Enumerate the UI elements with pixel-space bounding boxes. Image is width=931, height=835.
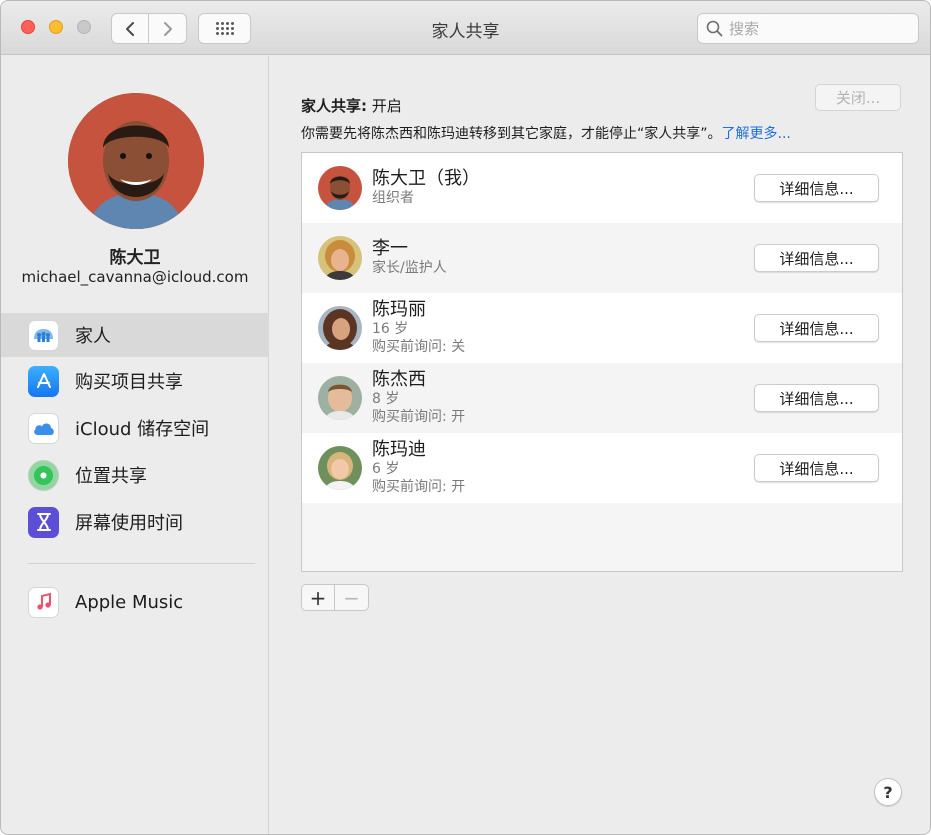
member-name: 陈大卫（我） xyxy=(372,168,480,189)
member-info: 陈杰西 8 岁 购买前询问: 开 xyxy=(372,369,465,426)
member-row[interactable]: 陈玛迪 6 岁 购买前询问: 开 详细信息... xyxy=(302,433,902,503)
family-icon xyxy=(28,319,59,351)
remove-member-button[interactable]: − xyxy=(335,584,369,611)
notice-text: 你需要先将陈杰西和陈玛迪转移到其它家庭，才能停止“家人共享”。了解更多... xyxy=(301,123,791,143)
sidebar-item-purchase-sharing[interactable]: 购买项目共享 xyxy=(1,359,269,403)
account-name: 陈大卫 xyxy=(109,248,161,268)
sidebar-item-label: 位置共享 xyxy=(75,466,147,487)
search-icon xyxy=(706,20,723,37)
ask-to-buy-status: 购买前询问: 关 xyxy=(372,339,466,355)
sharing-status: 家人共享: 开启 xyxy=(301,95,402,116)
search-field[interactable]: 搜索 xyxy=(697,13,919,44)
sidebar-item-label: 购买项目共享 xyxy=(75,372,183,393)
sidebar-item-icloud-storage[interactable]: iCloud 储存空间 xyxy=(1,406,269,450)
status-label: 家人共享: xyxy=(301,97,367,115)
member-role: 组织者 xyxy=(372,190,414,206)
sidebar-item-location-sharing[interactable]: 位置共享 xyxy=(1,453,269,497)
member-name: 陈玛迪 xyxy=(372,439,426,460)
portrait-image xyxy=(68,93,204,229)
member-name: 陈杰西 xyxy=(372,369,426,390)
status-value: 开启 xyxy=(371,97,402,115)
sidebar-item-label: Apple Music xyxy=(75,591,184,613)
notice-message: 你需要先将陈杰西和陈玛迪转移到其它家庭，才能停止“家人共享”。 xyxy=(301,126,722,142)
account-email: michael_cavanna@icloud.com xyxy=(21,268,249,286)
member-avatar xyxy=(318,166,362,210)
title-bar: 家人共享 搜索 xyxy=(1,1,930,55)
music-icon xyxy=(28,586,59,618)
member-age: 16 岁 xyxy=(372,321,409,337)
sidebar: 陈大卫 michael_cavanna@icloud.com 家人 购买项目共享 xyxy=(1,56,269,834)
member-info: 李一 家长/监护人 xyxy=(372,238,447,277)
member-age: 6 岁 xyxy=(372,461,400,477)
details-button[interactable]: 详细信息... xyxy=(754,454,879,482)
details-button[interactable]: 详细信息... xyxy=(754,244,879,272)
icloud-icon xyxy=(28,412,59,444)
member-avatar xyxy=(318,306,362,350)
details-button[interactable]: 详细信息... xyxy=(754,174,879,202)
member-name: 李一 xyxy=(372,238,408,259)
sidebar-divider xyxy=(28,563,255,564)
stop-sharing-button[interactable]: 关闭... xyxy=(815,84,901,111)
member-name: 陈玛丽 xyxy=(372,299,426,320)
sidebar-item-apple-music[interactable]: Apple Music xyxy=(1,580,269,624)
family-pane: 家人共享: 开启 关闭... 你需要先将陈杰西和陈玛迪转移到其它家庭，才能停止“… xyxy=(270,56,930,834)
member-role: 家长/监护人 xyxy=(372,260,447,276)
sidebar-item-family[interactable]: 家人 xyxy=(1,313,269,357)
sidebar-item-label: iCloud 储存空间 xyxy=(75,419,210,440)
sidebar-item-screen-time[interactable]: 屏幕使用时间 xyxy=(1,500,269,544)
add-member-button[interactable]: + xyxy=(301,584,335,611)
ask-to-buy-status: 购买前询问: 开 xyxy=(372,479,466,495)
member-row[interactable]: 陈玛丽 16 岁 购买前询问: 关 详细信息... xyxy=(302,293,902,363)
member-info: 陈大卫（我） 组织者 xyxy=(372,168,480,207)
sidebar-item-label: 家人 xyxy=(75,326,111,347)
member-avatar xyxy=(318,236,362,280)
member-row[interactable]: 陈大卫（我） 组织者 详细信息... xyxy=(302,153,902,223)
member-info: 陈玛迪 6 岁 购买前询问: 开 xyxy=(372,439,465,496)
help-button[interactable]: ? xyxy=(874,778,902,806)
member-row[interactable]: 李一 家长/监护人 详细信息... xyxy=(302,223,902,293)
screen-time-icon xyxy=(28,506,59,538)
member-avatar xyxy=(318,446,362,490)
learn-more-link[interactable]: 了解更多... xyxy=(722,126,791,142)
preferences-window: 家人共享 搜索 陈大卫 michael_cavanna@icloud.com 家… xyxy=(0,0,931,835)
details-button[interactable]: 详细信息... xyxy=(754,384,879,412)
sidebar-item-label: 屏幕使用时间 xyxy=(75,513,183,534)
member-row[interactable]: 陈杰西 8 岁 购买前询问: 开 详细信息... xyxy=(302,363,902,433)
add-remove-control: + − xyxy=(301,584,369,611)
ask-to-buy-status: 购买前询问: 开 xyxy=(372,409,466,425)
member-age: 8 岁 xyxy=(372,391,400,407)
member-list: 陈大卫（我） 组织者 详细信息... 李一 家长/监护人 详细信息... 陈玛丽… xyxy=(301,152,903,572)
details-button[interactable]: 详细信息... xyxy=(754,314,879,342)
find-my-icon xyxy=(28,459,59,491)
app-store-icon xyxy=(28,365,59,397)
search-placeholder: 搜索 xyxy=(729,20,760,38)
member-avatar xyxy=(318,376,362,420)
account-avatar[interactable] xyxy=(68,93,204,229)
member-info: 陈玛丽 16 岁 购买前询问: 关 xyxy=(372,299,465,356)
